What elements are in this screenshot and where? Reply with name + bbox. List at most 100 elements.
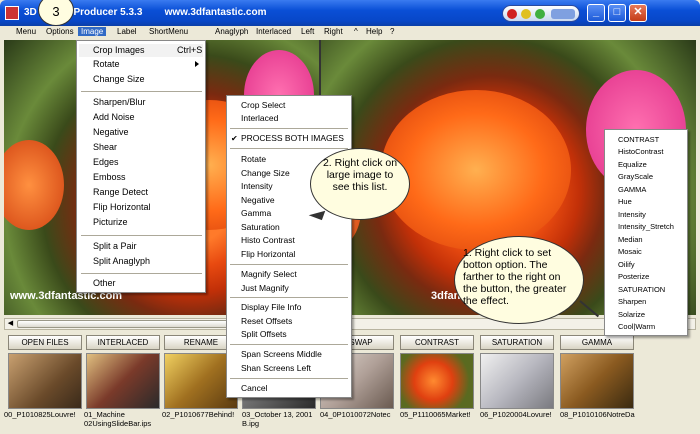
context-item-gamma[interactable]: Gamma — [241, 208, 271, 218]
context-item-saturation[interactable]: Saturation — [241, 222, 280, 232]
menu-menu[interactable]: Menu — [16, 27, 36, 36]
display-icon — [551, 9, 575, 19]
context-item-display-file-info[interactable]: Display File Info — [241, 302, 301, 312]
context-item-reset-offsets[interactable]: Reset Offsets — [241, 316, 292, 326]
menu-item-emboss[interactable]: Emboss — [93, 172, 126, 182]
menu-options[interactable]: Options — [46, 27, 74, 36]
option-equalize[interactable]: Equalize — [618, 160, 647, 169]
context-item-crop-select[interactable]: Crop Select — [241, 100, 285, 110]
nvidia-icon — [535, 9, 545, 19]
nvidia-stereo-toolbar[interactable] — [502, 5, 580, 22]
menu-separator — [230, 128, 348, 129]
option-sharpen[interactable]: Sharpen — [618, 297, 646, 306]
menu-item-split-a-pair[interactable]: Split a Pair — [93, 241, 137, 251]
menu-item-change-size[interactable]: Change Size — [93, 74, 145, 84]
context-item-process-both-images[interactable]: PROCESS BOTH IMAGES — [241, 133, 344, 143]
option-solarize[interactable]: Solarize — [618, 310, 645, 319]
maximize-button[interactable]: □ — [608, 4, 626, 22]
menu-separator — [230, 297, 348, 298]
thumbnail[interactable] — [8, 353, 82, 409]
menu-question[interactable]: ? — [390, 27, 394, 36]
checkmark-icon: ✔ — [231, 134, 238, 143]
submenu-arrow-icon — [195, 61, 199, 67]
thumbnail-caption-line2: B.ipg — [242, 420, 260, 428]
context-item-flip-horizontal[interactable]: Flip Horizontal — [241, 249, 295, 259]
option-gamma[interactable]: GAMMA — [618, 185, 646, 194]
context-item-negative[interactable]: Negative — [241, 195, 275, 205]
title-bar: 3D Stereo Producer 5.3.3 www.3dfantastic… — [0, 0, 700, 26]
menu-left[interactable]: Left — [301, 27, 314, 36]
menu-item-range-detect[interactable]: Range Detect — [93, 187, 148, 197]
menu-right[interactable]: Right — [324, 27, 343, 36]
menu-item-crop-images[interactable]: Crop Images — [93, 45, 145, 55]
menu-item-other[interactable]: Other — [93, 278, 116, 288]
thumbnail[interactable] — [400, 353, 474, 409]
open-files-button[interactable]: OPEN FILES — [8, 335, 82, 350]
scroll-left-arrow-icon[interactable]: ◀ — [6, 320, 15, 328]
menu-interlaced[interactable]: Interlaced — [256, 27, 291, 36]
thumbnail[interactable] — [560, 353, 634, 409]
option-oilify[interactable]: Oilify — [618, 260, 635, 269]
context-item-magnify-select[interactable]: Magnify Select — [241, 269, 297, 279]
menu-item-sharpen-blur[interactable]: Sharpen/Blur — [93, 97, 146, 107]
menu-help[interactable]: Help — [366, 27, 382, 36]
context-item-rotate[interactable]: Rotate — [241, 154, 266, 164]
menu-shortcut: Ctrl+S — [177, 45, 203, 55]
option-median[interactable]: Median — [618, 235, 643, 244]
scrollbar-thumb[interactable] — [17, 320, 257, 328]
menu-separator — [230, 378, 348, 379]
thumbnail-caption: 08_P1010106NotreDa — [560, 411, 635, 419]
option-saturation[interactable]: SATURATION — [618, 285, 665, 294]
option-intensity[interactable]: Intensity — [618, 210, 646, 219]
thumbnail[interactable] — [86, 353, 160, 409]
context-item-histo-contrast[interactable]: Histo Contrast — [241, 235, 295, 245]
menu-item-picturize[interactable]: Picturize — [93, 217, 128, 227]
saturation-button[interactable]: SATURATION — [480, 335, 554, 350]
option-intensity-stretch[interactable]: Intensity_Stretch — [618, 222, 674, 231]
context-item-span-screens-left[interactable]: Shan Screens Left — [241, 363, 311, 373]
option-grayscale[interactable]: GrayScale — [618, 172, 653, 181]
thumbnail-caption: 03_October 13, 2001 — [242, 411, 313, 419]
thumbnail[interactable] — [480, 353, 554, 409]
menu-separator — [81, 273, 202, 274]
gamma-button[interactable]: GAMMA — [560, 335, 634, 350]
menu-separator — [230, 264, 348, 265]
button-option-menu: CONTRAST HistoContrast Equalize GrayScal… — [604, 129, 688, 336]
menu-item-rotate[interactable]: Rotate — [93, 59, 120, 69]
close-button[interactable]: ✕ — [629, 4, 647, 22]
menu-label[interactable]: Label — [117, 27, 137, 36]
app-icon[interactable] — [5, 6, 19, 20]
option-mosaic[interactable]: Mosaic — [618, 247, 642, 256]
callout-right-click-button: 1. Right click to set botton option. The… — [454, 236, 584, 324]
menu-item-shear[interactable]: Shear — [93, 142, 117, 152]
context-item-span-screens-middle[interactable]: Span Screens Middle — [241, 349, 322, 359]
option-histocontrast[interactable]: HistoContrast — [618, 147, 663, 156]
option-cool-warm[interactable]: Cool|Warm — [618, 322, 655, 331]
menu-caret[interactable]: ^ — [354, 27, 358, 36]
menu-item-add-noise[interactable]: Add Noise — [93, 112, 135, 122]
context-item-just-magnify[interactable]: Just Magnify — [241, 283, 289, 293]
menu-image[interactable]: Image — [78, 27, 107, 36]
flower-petal — [4, 140, 64, 230]
context-item-change-size[interactable]: Change Size — [241, 168, 290, 178]
option-contrast[interactable]: CONTRAST — [618, 135, 659, 144]
menu-item-negative[interactable]: Negative — [93, 127, 129, 137]
interlaced-button[interactable]: INTERLACED — [86, 335, 160, 350]
image-context-menu: Crop Select Interlaced ✔ PROCESS BOTH IM… — [226, 95, 352, 398]
context-item-split-offsets[interactable]: Split Offsets — [241, 329, 287, 339]
menu-item-edges[interactable]: Edges — [93, 157, 119, 167]
menu-shortmenu[interactable]: ShortMenu — [149, 27, 188, 36]
menu-item-flip-horizontal[interactable]: Flip Horizontal — [93, 202, 151, 212]
context-item-interlaced[interactable]: Interlaced — [241, 113, 278, 123]
star-icon — [521, 9, 531, 19]
menu-anaglyph[interactable]: Anaglyph — [215, 27, 248, 36]
thumbnail-caption-line2: 02UsingSlideBar.ips — [84, 420, 152, 428]
menu-bar: Menu Options Image Label ShortMenu Anagl… — [4, 26, 696, 40]
menu-item-split-anaglyph[interactable]: Split Anaglyph — [93, 256, 150, 266]
context-item-intensity[interactable]: Intensity — [241, 181, 273, 191]
option-posterize[interactable]: Posterize — [618, 272, 649, 281]
context-item-cancel[interactable]: Cancel — [241, 383, 267, 393]
option-hue[interactable]: Hue — [618, 197, 632, 206]
minimize-button[interactable]: _ — [587, 4, 605, 22]
contrast-button[interactable]: CONTRAST — [400, 335, 474, 350]
